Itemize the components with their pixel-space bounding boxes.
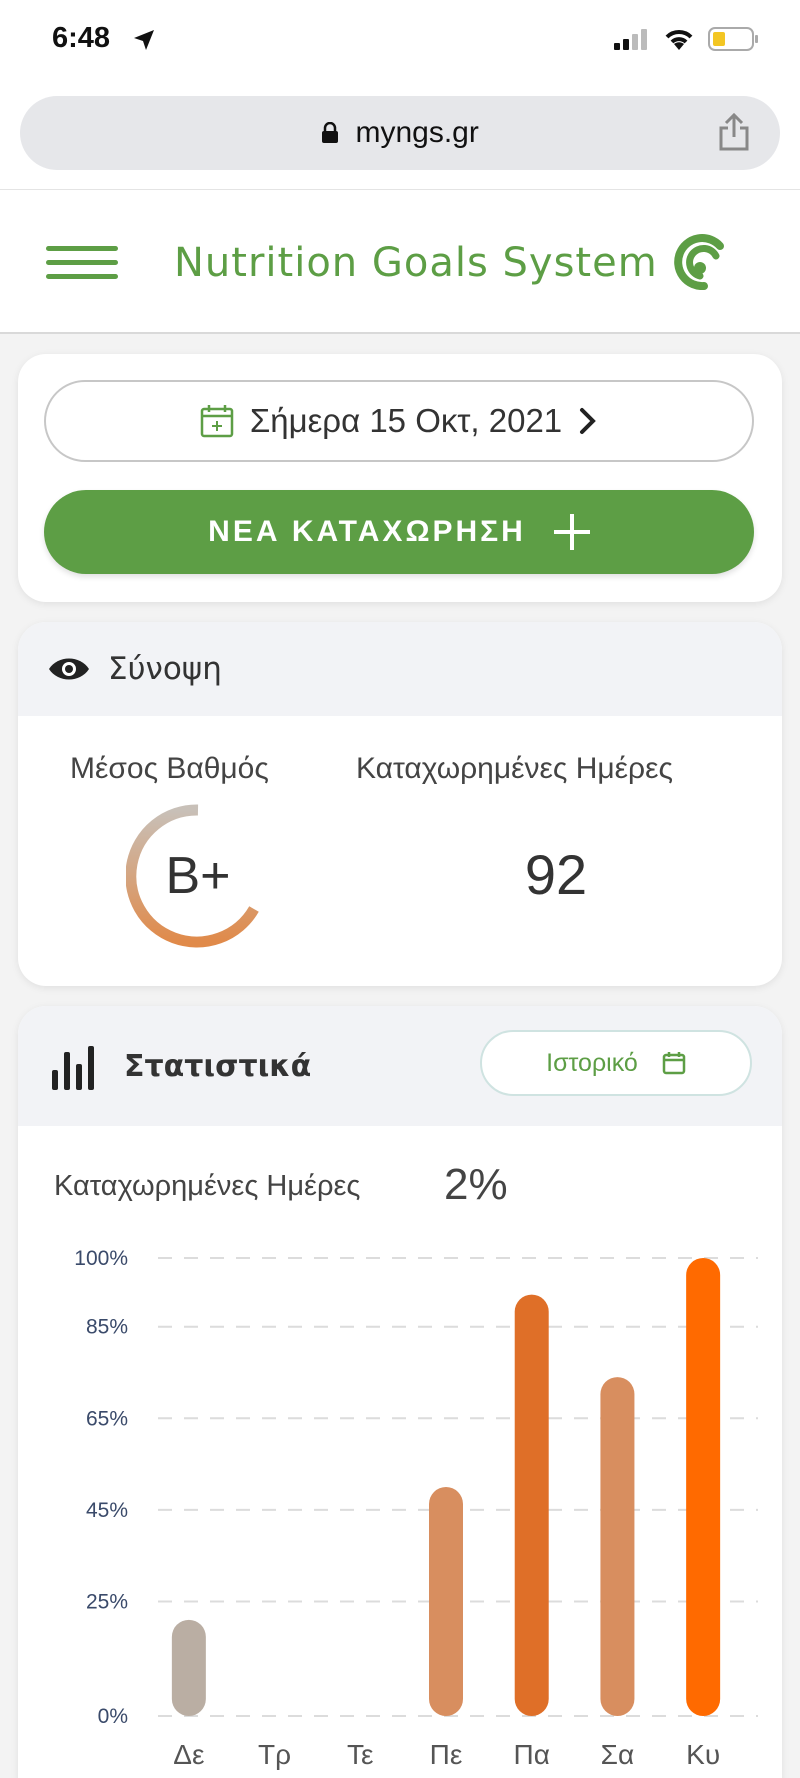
calendar-icon [200,405,234,438]
y-tick-label: 65% [86,1407,128,1430]
summary-title: Σύνοψη [108,651,222,687]
date-label: Σήμερα 15 Οκτ, 2021 [249,402,563,439]
bar-chart-icon [52,1046,94,1090]
url-bar[interactable]: myngs.gr [20,96,780,170]
x-tick-label: Δε [173,1739,204,1770]
statistics-card: Στατιστικά Ιστορικό Καταχωρημένες Ημέρες… [18,1006,782,1778]
y-tick-label: 85% [86,1316,128,1339]
statistics-subtitle: Καταχωρημένες Ημέρες [54,1170,361,1202]
signal-icon [614,29,647,50]
x-tick-label: Τρ [258,1739,291,1770]
plus-icon [553,514,590,550]
y-tick-label: 25% [86,1591,128,1614]
chart-bar [514,1294,549,1716]
lock-icon [322,122,339,143]
average-grade-label: Μέσος Βαθμός [70,752,269,785]
eye-icon [49,658,89,680]
status-time: 6:48 [52,22,111,54]
battery-icon [708,27,758,51]
app-title: Nutrition Goals System [174,240,658,286]
chart-bar [686,1258,721,1716]
date-selector[interactable]: Σήμερα 15 Οκτ, 2021 [44,380,754,462]
summary-header: Σύνοψη [18,622,782,716]
x-tick-label: Σα [601,1739,635,1770]
chart-bar [600,1377,635,1716]
new-entry-button[interactable]: ΝΕΑ ΚΑΤΑΧΩΡΗΣΗ [44,490,754,574]
x-tick-label: Πα [514,1739,550,1770]
menu-icon[interactable] [46,246,118,279]
new-entry-label: ΝΕΑ ΚΑΤΑΧΩΡΗΣΗ [208,515,526,548]
y-tick-label: 100% [74,1247,128,1270]
x-tick-label: Πε [430,1739,463,1770]
app-header: Nutrition Goals System [0,190,800,334]
y-tick-label: 45% [86,1499,128,1522]
location-arrow-icon [132,28,156,57]
logo-icon [674,234,724,290]
x-tick-label: Κυ [686,1739,720,1770]
logged-days-label: Καταχωρημένες Ημέρες [356,752,673,785]
y-tick-label: 0% [98,1705,128,1728]
status-icons [614,26,760,52]
summary-card: Σύνοψη Μέσος Βαθμός Καταχωρημένες Ημέρες… [18,622,782,986]
wifi-icon [665,30,693,50]
share-icon[interactable] [718,113,750,151]
chevron-right-icon [580,408,596,434]
statistics-title: Στατιστικά [124,1048,312,1084]
browser-bar: myngs.gr [0,84,800,190]
statistics-percentage: 2% [444,1160,508,1209]
history-label: Ιστορικό [546,1048,638,1077]
chart-bar [429,1487,463,1716]
date-card: Σήμερα 15 Οκτ, 2021 ΝΕΑ ΚΑΤΑΧΩΡΗΣΗ [18,354,782,602]
chart-bar [171,1619,206,1716]
average-grade-value: B+ [165,847,231,905]
status-bar: 6:48 [0,0,800,84]
history-button[interactable]: Ιστορικό [480,1030,752,1096]
x-tick-label: Τε [347,1739,374,1770]
statistics-header: Στατιστικά Ιστορικό [18,1006,782,1126]
weekly-bar-chart: 0% 25% 45% 65% 85% 100% Δε Τρ Τε Πε Πα Σα Κυ [74,1247,758,1770]
logged-days-value: 92 [524,843,588,906]
url-text: myngs.gr [355,116,479,149]
calendar-icon [662,1052,686,1075]
